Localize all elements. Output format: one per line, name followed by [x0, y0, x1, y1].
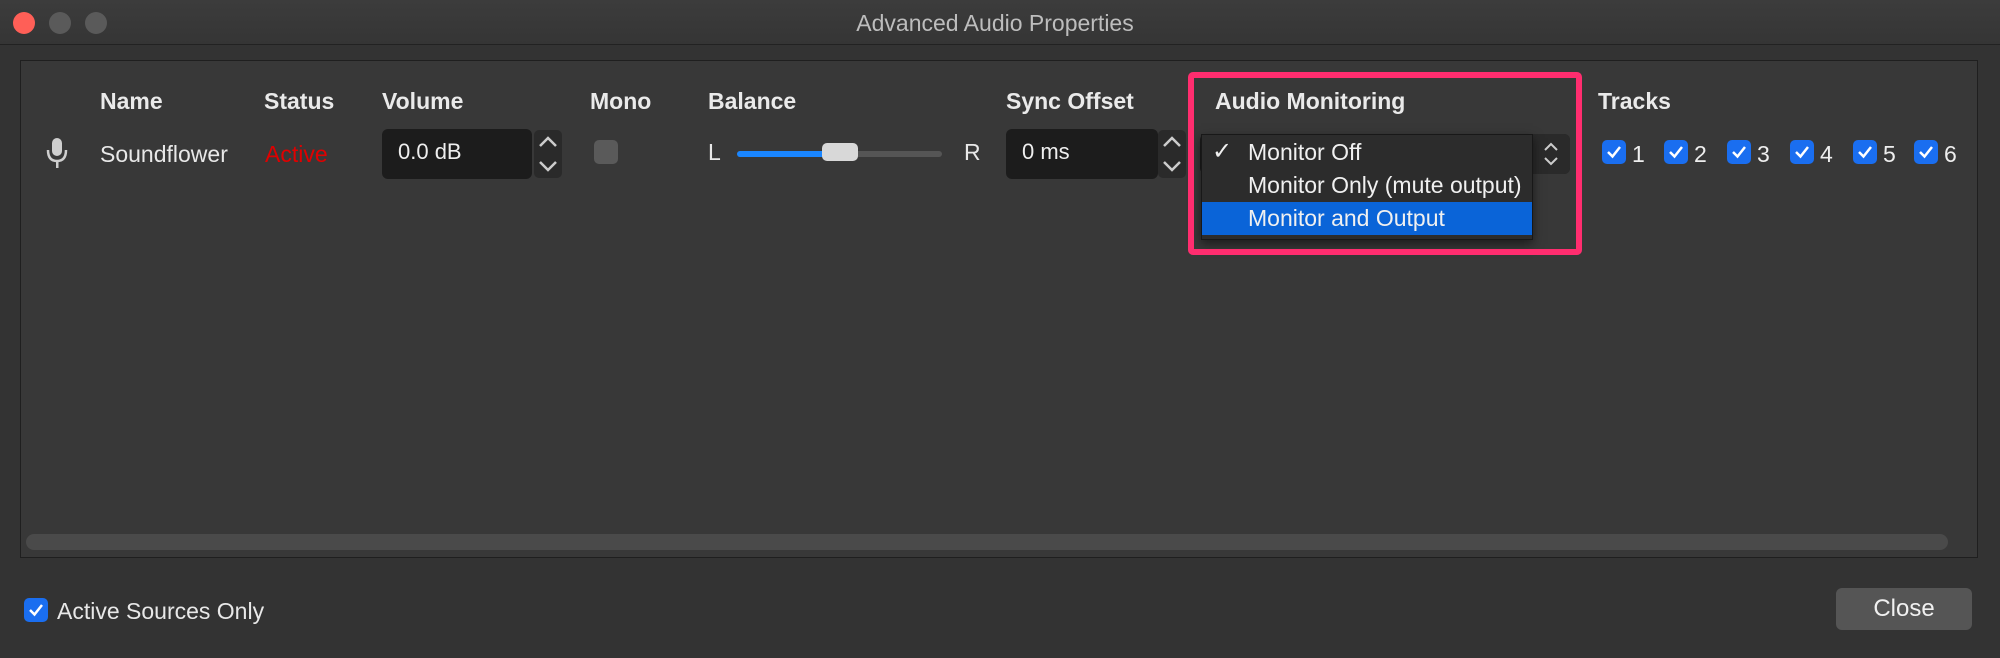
volume-stepper[interactable]	[534, 130, 562, 178]
advanced-audio-properties-window: Advanced Audio Properties Name Status Vo…	[0, 0, 2000, 658]
microphone-icon	[46, 138, 68, 168]
window-title: Advanced Audio Properties	[856, 10, 1134, 36]
volume-value: 0.0 dB	[398, 139, 462, 164]
track-2-checkbox[interactable]	[1664, 140, 1688, 164]
active-sources-only-checkbox[interactable]	[24, 598, 48, 622]
header-name: Name	[100, 88, 163, 114]
balance-left-label: L	[708, 139, 721, 165]
track-3-checkbox[interactable]	[1727, 140, 1751, 164]
source-name: Soundflower	[100, 141, 228, 167]
balance-right-label: R	[964, 139, 981, 165]
track-1-checkbox[interactable]	[1602, 140, 1626, 164]
track-1-label: 1	[1632, 141, 1645, 167]
track-4-label: 4	[1820, 141, 1833, 167]
highlight-box	[1188, 72, 1582, 255]
track-5-checkbox[interactable]	[1853, 140, 1877, 164]
track-5-label: 5	[1883, 141, 1896, 167]
track-6-label: 6	[1944, 141, 1957, 167]
horizontal-scrollbar[interactable]	[26, 534, 1948, 550]
track-4-checkbox[interactable]	[1790, 140, 1814, 164]
track-2-label: 2	[1694, 141, 1707, 167]
header-volume: Volume	[382, 88, 464, 114]
mono-checkbox[interactable]	[594, 140, 618, 164]
active-sources-only-label: Active Sources Only	[57, 598, 265, 624]
volume-field[interactable]: 0.0 dB	[382, 129, 532, 179]
sync-offset-field[interactable]: 0 ms	[1006, 129, 1158, 179]
sources-table	[20, 60, 1978, 558]
status-badge: Active	[265, 141, 328, 167]
track-6-checkbox[interactable]	[1914, 140, 1938, 164]
title-bar: Advanced Audio Properties	[0, 0, 2000, 45]
sync-offset-value: 0 ms	[1022, 139, 1070, 164]
sync-offset-stepper[interactable]	[1158, 130, 1186, 178]
balance-slider-thumb[interactable]	[822, 143, 858, 161]
header-sync-offset: Sync Offset	[1006, 88, 1134, 114]
header-mono: Mono	[590, 88, 652, 114]
header-balance: Balance	[708, 88, 797, 114]
close-button[interactable]: Close	[1836, 588, 1972, 630]
track-3-label: 3	[1757, 141, 1770, 167]
header-status: Status	[264, 88, 335, 114]
header-tracks: Tracks	[1598, 88, 1671, 114]
